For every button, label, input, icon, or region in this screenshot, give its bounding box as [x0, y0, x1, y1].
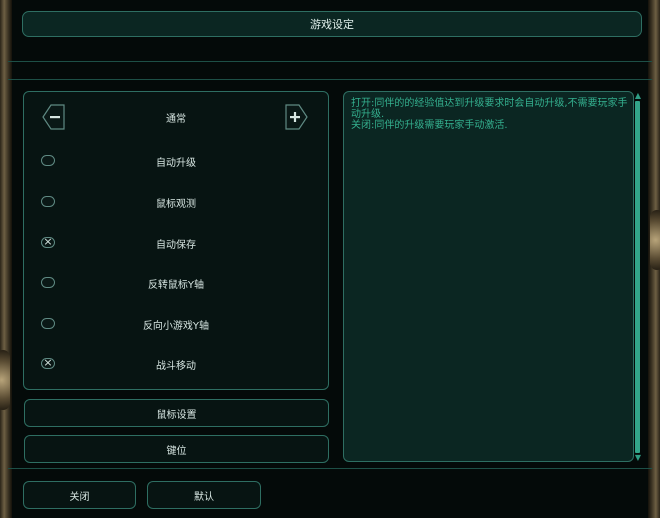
- window-title: 游戏设定: [310, 18, 354, 31]
- divider: [8, 61, 652, 62]
- description-scrollbar[interactable]: ▲ ▼: [633, 92, 643, 462]
- next-category-button[interactable]: [284, 104, 308, 130]
- scroll-up-icon[interactable]: ▲: [633, 92, 643, 100]
- description-line-on: 打开:同伴的的经验值达到升级要求时会自动升级,不需要玩家手动升级.: [351, 98, 628, 120]
- option-row[interactable]: 战斗移动: [24, 354, 328, 374]
- divider: [8, 79, 652, 80]
- option-label: 鼠标观测: [156, 199, 196, 210]
- mouse-settings-label: 鼠标设置: [156, 409, 197, 421]
- keybinds-button[interactable]: 键位: [24, 435, 329, 463]
- options-panel: 通常 自动升级鼠标观测自动保存反转鼠标Y轴反向小游戏Y轴战斗移动: [23, 91, 329, 390]
- mouse-settings-button[interactable]: 鼠标设置: [24, 399, 329, 427]
- option-label: 反转鼠标Y轴: [147, 280, 205, 291]
- scroll-down-icon[interactable]: ▼: [633, 454, 643, 462]
- category-nav: 通常: [24, 104, 328, 130]
- option-row[interactable]: 反转鼠标Y轴: [24, 273, 328, 293]
- left-frame-decoration: [0, 0, 12, 518]
- default-button[interactable]: 默认: [147, 481, 261, 509]
- description-line-off: 关闭:同伴的升级需要玩家手动激活.: [351, 120, 508, 131]
- option-label: 战斗移动: [156, 361, 196, 372]
- close-label: 关闭: [69, 491, 90, 503]
- keybinds-label: 键位: [166, 445, 187, 457]
- close-button[interactable]: 关闭: [23, 481, 136, 509]
- option-label: 自动保存: [156, 240, 196, 251]
- option-row[interactable]: 自动升级: [24, 151, 328, 171]
- plus-arrow-icon: [285, 104, 308, 130]
- scrollbar-track[interactable]: [635, 101, 640, 453]
- description-text: 打开:同伴的的经验值达到升级要求时会自动升级,不需要玩家手动升级. 关闭:同伴的…: [351, 98, 631, 131]
- divider: [8, 468, 652, 469]
- default-label: 默认: [194, 491, 214, 503]
- category-label: 通常: [166, 114, 186, 125]
- right-frame-knob: [650, 210, 660, 270]
- option-label: 反向小游戏Y轴: [142, 321, 210, 332]
- option-label: 自动升级: [156, 158, 196, 169]
- option-row[interactable]: 自动保存: [24, 233, 328, 253]
- description-panel: 打开:同伴的的经验值达到升级要求时会自动升级,不需要玩家手动升级. 关闭:同伴的…: [343, 91, 634, 462]
- option-row[interactable]: 反向小游戏Y轴: [24, 314, 328, 334]
- option-row[interactable]: 鼠标观测: [24, 192, 328, 212]
- left-frame-knob: [0, 350, 10, 410]
- window-title-bar: 游戏设定: [22, 11, 642, 37]
